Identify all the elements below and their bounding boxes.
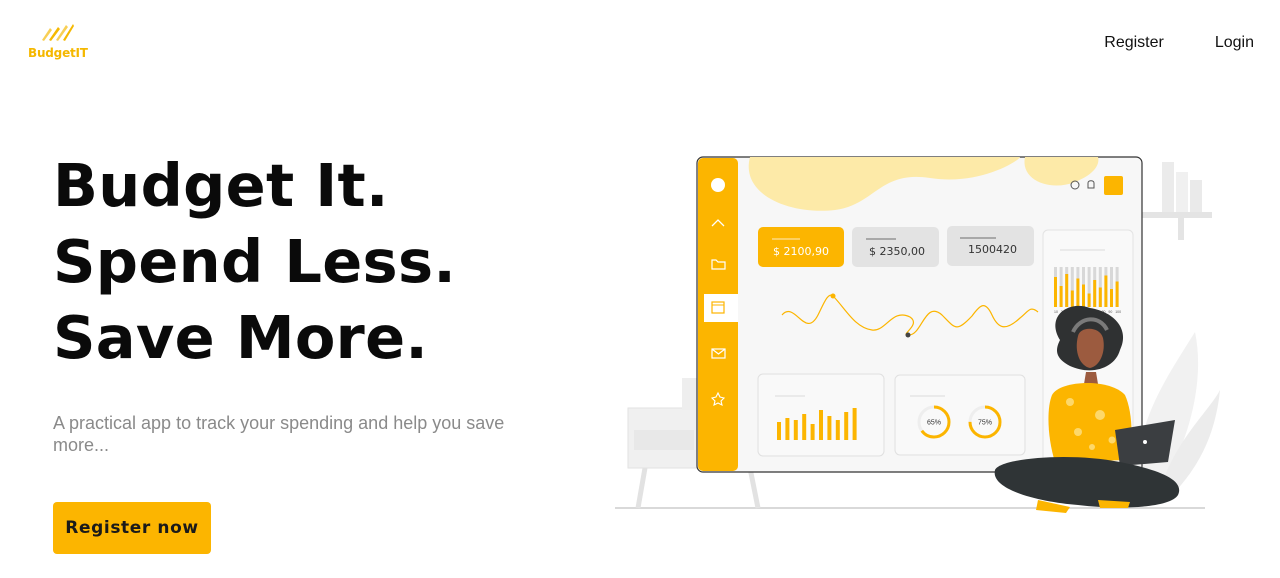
bottom-bar bbox=[793, 420, 798, 440]
profile-icon bbox=[711, 178, 725, 192]
bottom-bar bbox=[835, 420, 840, 440]
bottom-bar bbox=[844, 412, 849, 440]
stat-card-1-value: $ 2100,90 bbox=[773, 245, 829, 258]
mini-axis-label: 100 bbox=[1115, 310, 1121, 314]
mini-bar bbox=[1059, 286, 1063, 307]
avatar-square-icon bbox=[1104, 176, 1123, 195]
hero-illustration: $ 2100,90 $ 2350,00 1500420 102030405060… bbox=[600, 140, 1240, 520]
mini-bar bbox=[1076, 278, 1080, 307]
bottom-bar bbox=[852, 408, 857, 440]
hero-title: Budget It. Spend Less. Save More. bbox=[53, 148, 456, 376]
bottom-bar bbox=[819, 410, 823, 440]
mini-bar bbox=[1104, 275, 1108, 307]
bottom-bar bbox=[785, 418, 790, 440]
brand-name: BudgetIT bbox=[28, 46, 88, 60]
hero-line-1: Budget It. bbox=[53, 151, 389, 220]
dashboard-illustration: $ 2100,90 $ 2350,00 1500420 102030405060… bbox=[615, 156, 1220, 513]
mini-bar bbox=[1110, 289, 1113, 307]
stat-card-2-value: $ 2350,00 bbox=[869, 245, 925, 258]
mini-bar bbox=[1093, 280, 1097, 307]
mini-bar bbox=[1082, 284, 1085, 307]
mini-bar bbox=[1115, 281, 1119, 307]
register-now-button[interactable]: Register now bbox=[53, 502, 211, 554]
bottom-bar bbox=[777, 422, 781, 440]
hero-line-3: Save More. bbox=[53, 303, 429, 372]
top-nav: Register Login bbox=[1104, 34, 1254, 52]
donut-label: 75% bbox=[978, 420, 992, 427]
mini-bar bbox=[1087, 293, 1091, 307]
nav-login-link[interactable]: Login bbox=[1215, 34, 1254, 52]
brand-logo[interactable]: BudgetIT bbox=[28, 22, 98, 62]
bottom-bar bbox=[810, 424, 815, 440]
bottom-bar bbox=[827, 416, 832, 440]
donut-label: 65% bbox=[927, 420, 941, 427]
logo-mark-icon bbox=[42, 24, 74, 41]
mini-bar bbox=[1054, 277, 1057, 307]
donut-panel bbox=[894, 374, 1026, 456]
mini-bar bbox=[1098, 287, 1102, 307]
nav-register-link[interactable]: Register bbox=[1104, 34, 1164, 52]
mini-axis-label: 90 bbox=[1108, 310, 1112, 314]
mini-bar bbox=[1070, 290, 1074, 307]
mini-bar bbox=[1065, 274, 1069, 307]
stat-card-3-value: 1500420 bbox=[968, 243, 1017, 256]
bottom-bar bbox=[802, 414, 807, 440]
hero-tagline: A practical app to track your spending a… bbox=[53, 413, 505, 455]
mini-axis-label: 10 bbox=[1054, 310, 1058, 314]
hero-line-2: Spend Less. bbox=[53, 227, 457, 296]
